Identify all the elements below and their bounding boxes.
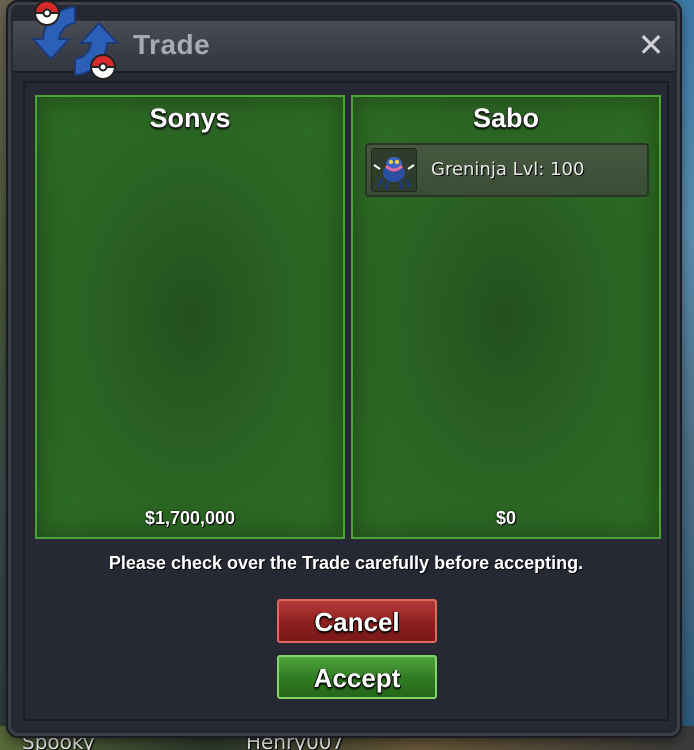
cancel-button[interactable]: Cancel [277, 599, 437, 643]
player-name: Sonys [149, 103, 231, 133]
dialog-title: Trade [133, 29, 211, 60]
money-offer: $1,700,000 [144, 508, 236, 528]
trade-logo-icon [30, 0, 120, 80]
trade-body: Sonys $1,700,000 Sabo Greninja Lvl: 100 … [23, 81, 669, 721]
trade-notice: Please check over the Trade carefully be… [108, 553, 584, 573]
offer-panel-sabo: Sabo Greninja Lvl: 100 $0 [351, 95, 661, 539]
accept-button[interactable]: Accept [277, 655, 437, 699]
greninja-sprite-icon [371, 148, 417, 192]
player-name: Sabo [472, 103, 539, 133]
trade-item[interactable]: Greninja Lvl: 100 [365, 143, 649, 197]
item-label: Greninja Lvl: 100 [431, 159, 585, 180]
trade-dialog: Trade ✕ Sonys $1,700,000 Sabo Greninja L… [8, 0, 680, 736]
close-icon[interactable]: ✕ [635, 29, 667, 61]
offer-panel-sonys: Sonys $1,700,000 [35, 95, 345, 539]
money-offer: $0 [495, 508, 517, 528]
